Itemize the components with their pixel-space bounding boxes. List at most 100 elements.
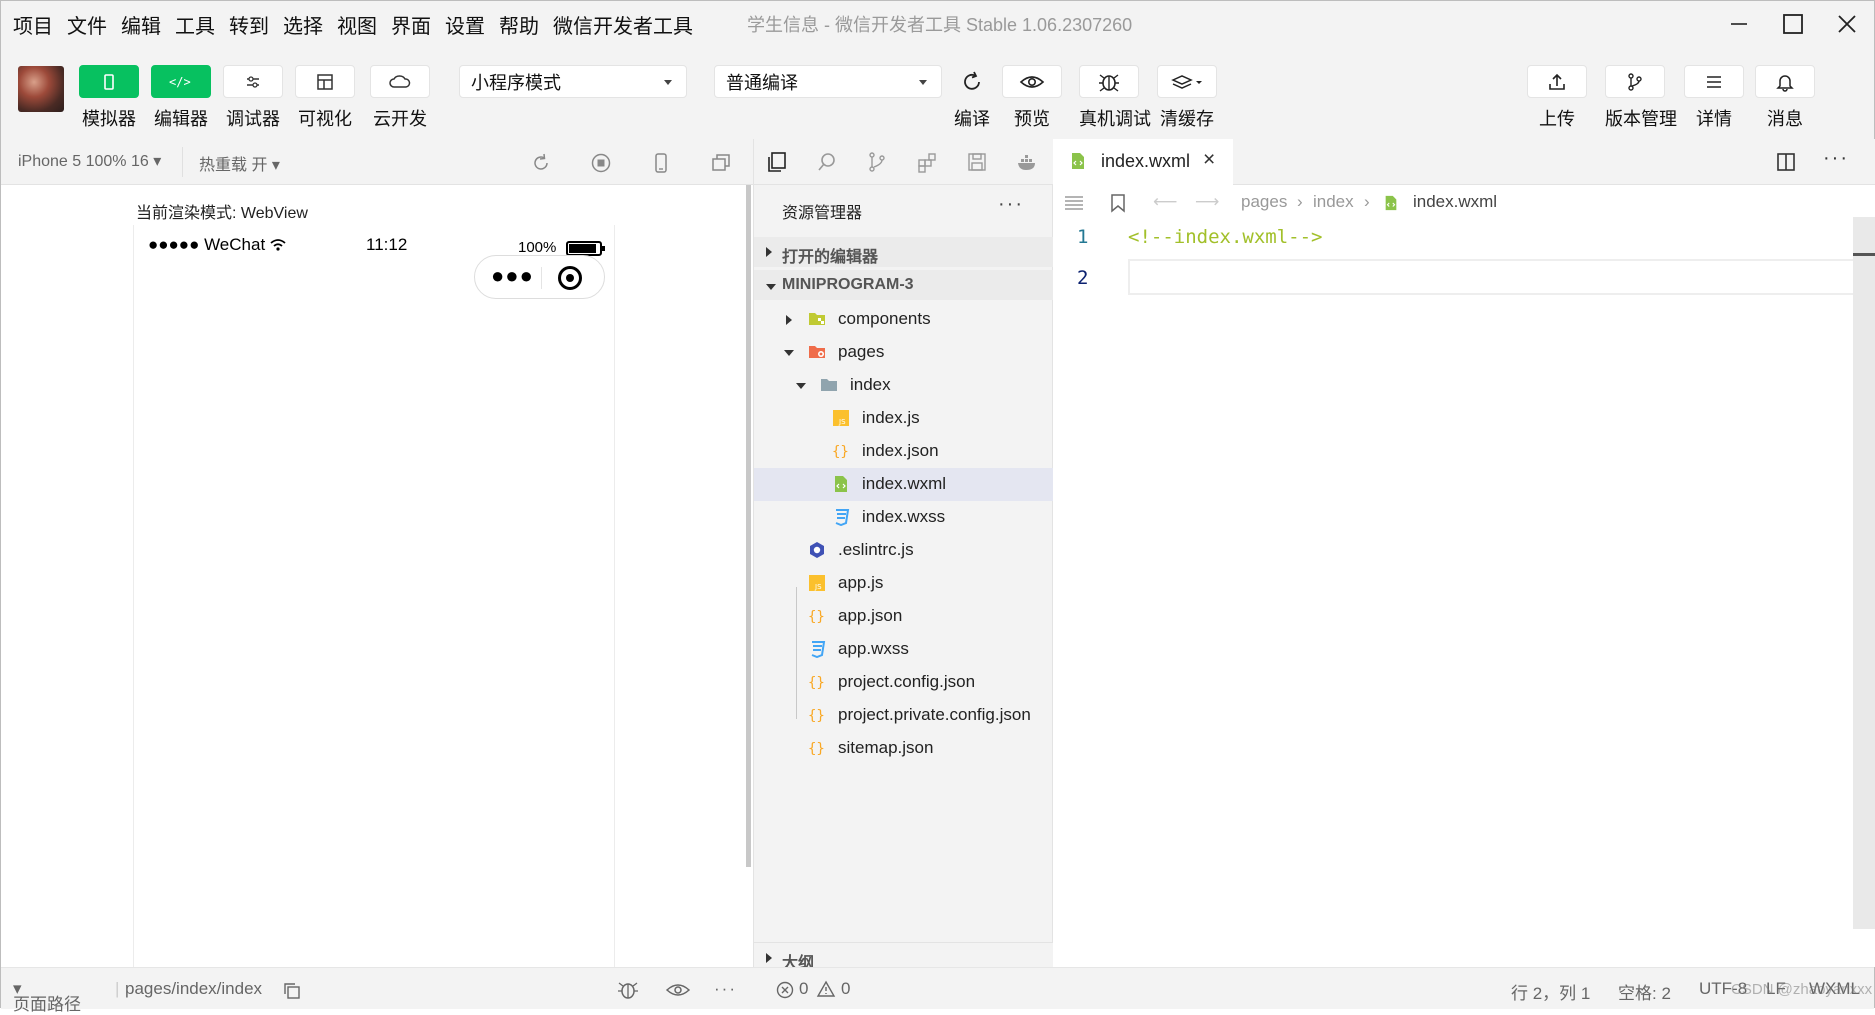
tree-file-index-json[interactable]: {} index.json: [754, 435, 1054, 468]
phone-outline-icon[interactable]: [650, 152, 672, 174]
files-icon[interactable]: [766, 151, 788, 173]
user-avatar[interactable]: [18, 66, 64, 112]
more-actions-icon[interactable]: ···: [1823, 147, 1849, 170]
cursor-position[interactable]: 行 2，列 1: [1511, 979, 1590, 1004]
tree-file-app-wxss[interactable]: app.wxss: [754, 633, 1054, 666]
miniprogram-capsule[interactable]: ●●●: [474, 255, 605, 299]
split-editor-icon[interactable]: [1776, 152, 1796, 172]
code-line-1[interactable]: <!--index.wxml-->: [1128, 226, 1322, 248]
chevron-right-icon: ›: [1297, 192, 1303, 211]
list-icon[interactable]: [1063, 194, 1085, 212]
divider: |: [115, 979, 120, 998]
json-file-icon: {}: [832, 444, 849, 460]
visual-toggle[interactable]: 可视化: [295, 65, 355, 131]
menu-project[interactable]: 项目: [13, 10, 53, 39]
upload-button[interactable]: 上传: [1527, 65, 1587, 131]
wifi-icon: [270, 239, 286, 251]
carrier-text: ●●●●● WeChat: [148, 235, 266, 254]
compile-button[interactable]: 编译: [942, 65, 1002, 131]
compile-select[interactable]: 普通编译: [714, 65, 942, 98]
menu-interface[interactable]: 界面: [391, 10, 431, 39]
menu-help[interactable]: 帮助: [499, 10, 539, 39]
messages-button[interactable]: 消息: [1755, 65, 1815, 131]
back-arrow-icon[interactable]: ⟵: [1153, 192, 1177, 212]
tree-label: project.private.config.json: [838, 705, 1031, 724]
forward-arrow-icon[interactable]: ⟶: [1195, 192, 1219, 212]
cloud-toggle[interactable]: 云开发: [370, 65, 430, 131]
menu-settings[interactable]: 设置: [445, 10, 485, 39]
open-editors-section[interactable]: 打开的编辑器: [754, 237, 1054, 267]
copy-icon[interactable]: [283, 982, 301, 1000]
real-debug-button[interactable]: 真机调试: [1079, 65, 1151, 131]
simulator-scrollbar[interactable]: [746, 185, 751, 867]
tree-file-project-config[interactable]: {} project.config.json: [754, 666, 1054, 699]
page-path-select[interactable]: 页面路径 ▾: [13, 979, 81, 1014]
device-select[interactable]: iPhone 5 100% 16 ▾: [18, 151, 161, 171]
menu-wechat-devtools[interactable]: 微信开发者工具: [553, 10, 693, 39]
breadcrumb-pages[interactable]: pages: [1241, 192, 1287, 212]
current-line-highlight[interactable]: [1128, 259, 1875, 295]
bug-icon[interactable]: [616, 978, 640, 1002]
menu-view[interactable]: 视图: [337, 10, 377, 39]
menu-tools[interactable]: 工具: [175, 10, 215, 39]
docker-icon[interactable]: [1016, 151, 1038, 173]
eye-icon[interactable]: [665, 981, 691, 999]
rotate-icon[interactable]: [530, 152, 552, 174]
indentation[interactable]: 空格: 2: [1618, 979, 1671, 1004]
tree-folder-pages[interactable]: pages: [754, 336, 1054, 369]
tree-file-app-json[interactable]: {} app.json: [754, 600, 1054, 633]
menu-select[interactable]: 选择: [283, 10, 323, 39]
source-control-icon[interactable]: [866, 151, 888, 173]
tree-file-sitemap[interactable]: {} sitemap.json: [754, 732, 1054, 765]
tab-index-wxml[interactable]: index.wxml ×: [1053, 139, 1233, 185]
tree-file-eslintrc[interactable]: .eslintrc.js: [754, 534, 1054, 567]
details-button[interactable]: 详情: [1684, 65, 1744, 131]
mode-select[interactable]: 小程序模式: [459, 65, 687, 98]
editor-scrollbar[interactable]: [1853, 217, 1875, 929]
detach-window-icon[interactable]: [710, 152, 732, 174]
minimize-button[interactable]: [1712, 1, 1766, 47]
tree-folder-components[interactable]: components: [754, 303, 1054, 336]
extensions-icon[interactable]: [916, 151, 938, 173]
menu-goto[interactable]: 转到: [229, 10, 269, 39]
tree-file-index-wxml[interactable]: index.wxml: [754, 468, 1054, 501]
tree-file-project-private[interactable]: {} project.private.config.json: [754, 699, 1054, 732]
wxml-file-icon: [835, 476, 847, 492]
svg-text:{}: {}: [808, 675, 825, 691]
more-icon[interactable]: ···: [714, 979, 737, 999]
more-dots-icon[interactable]: ●●●: [491, 264, 534, 288]
tree-file-app-js[interactable]: JS app.js: [754, 567, 1054, 600]
warning-count[interactable]: 0: [841, 979, 850, 999]
tree-folder-index[interactable]: index: [754, 369, 1054, 402]
more-icon[interactable]: ···: [998, 193, 1024, 216]
close-window-button[interactable]: [1820, 1, 1874, 47]
chevron-right-icon: [786, 315, 792, 325]
clear-cache-button[interactable]: 清缓存: [1157, 65, 1217, 131]
tree-file-index-wxss[interactable]: index.wxss: [754, 501, 1054, 534]
breadcrumb-file[interactable]: index.wxml: [1413, 192, 1497, 212]
project-section[interactable]: MINIPROGRAM-3: [754, 270, 1054, 300]
bookmark-icon[interactable]: [1110, 193, 1126, 213]
tree-file-index-js[interactable]: JS index.js: [754, 402, 1054, 435]
breadcrumb-index[interactable]: index: [1313, 192, 1354, 212]
warning-icon[interactable]: [816, 980, 836, 998]
editor-toggle[interactable]: </> 编辑器: [151, 65, 211, 131]
code-editor[interactable]: ⟵ ⟶ pages › index › index.wxml 1 <!--ind…: [1053, 185, 1875, 967]
menu-file[interactable]: 文件: [67, 10, 107, 39]
close-tab-icon[interactable]: ×: [1203, 148, 1215, 172]
version-button[interactable]: 版本管理: [1605, 65, 1677, 131]
hot-reload-value: 热重载 开: [199, 157, 268, 174]
save-icon[interactable]: [966, 151, 988, 173]
simulator-toggle[interactable]: 模拟器: [79, 65, 139, 131]
close-miniprogram-icon[interactable]: [558, 266, 582, 290]
error-count[interactable]: 0: [799, 979, 808, 999]
hot-reload-toggle[interactable]: 热重载 开 ▾: [199, 151, 280, 175]
preview-button[interactable]: 预览: [1002, 65, 1062, 131]
stop-icon[interactable]: [590, 152, 612, 174]
maximize-button[interactable]: [1766, 1, 1820, 47]
menu-edit[interactable]: 编辑: [121, 10, 161, 39]
phone-screen[interactable]: ●●●●● WeChat 11:12 100% ●●●: [133, 225, 615, 967]
debugger-toggle[interactable]: 调试器: [223, 65, 283, 131]
search-icon[interactable]: [816, 151, 838, 173]
error-icon[interactable]: [776, 981, 794, 999]
